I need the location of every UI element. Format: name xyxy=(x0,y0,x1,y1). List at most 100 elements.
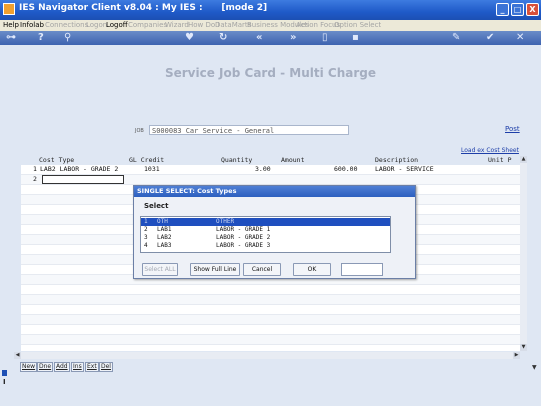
list-item-code: LAB3 xyxy=(157,242,172,249)
print-icon[interactable]: ▪ xyxy=(352,32,359,43)
column-header: GL Credit xyxy=(129,156,165,164)
left-status-strip: I xyxy=(0,362,9,406)
list-item-num: 4 xyxy=(144,242,148,249)
minimize-button[interactable]: _ xyxy=(496,3,509,16)
list-item-name: LABOR - GRADE 1 xyxy=(216,226,271,233)
grid-header: Cost Type GL Credit Quantity Amount Desc… xyxy=(21,156,520,165)
horizontal-scrollbar[interactable]: ◀ ▶ xyxy=(14,352,520,359)
table-row[interactable] xyxy=(21,305,520,315)
list-item-code: LAB1 xyxy=(157,226,172,233)
ies-app-icon xyxy=(3,3,15,15)
heart-icon[interactable]: ♥ xyxy=(185,32,194,43)
cell-description[interactable]: LABOR - SERVICE xyxy=(375,165,434,174)
show-full-line-button[interactable]: Show Full Line xyxy=(190,263,240,276)
table-row[interactable] xyxy=(21,285,520,295)
window-title: IES Navigator Client v8.04 : My IES : [m… xyxy=(19,3,268,13)
document-icon[interactable]: ▯ xyxy=(322,32,328,43)
insert-row-button[interactable]: Ins xyxy=(71,362,84,372)
forward-icon[interactable]: » xyxy=(290,32,296,43)
ok-button[interactable]: OK xyxy=(293,263,331,276)
list-item-num: 2 xyxy=(144,226,148,233)
scroll-down-icon[interactable]: ▼ xyxy=(520,344,527,351)
list-item[interactable]: 4 LAB3 LABOR - GRADE 3 xyxy=(141,242,390,250)
status-block-icon xyxy=(2,370,7,376)
new-row-button[interactable]: New xyxy=(20,362,38,372)
list-item-code: LAB2 xyxy=(157,234,172,241)
menu-option-select[interactable]: Option Select xyxy=(334,21,381,29)
column-header: Description xyxy=(375,156,419,164)
menu-infolab[interactable]: Infolab xyxy=(20,21,44,29)
cell-amount[interactable]: 600.00 xyxy=(334,165,357,174)
maximize-button[interactable]: □ xyxy=(511,3,524,16)
list-item-num: 1 xyxy=(144,218,148,225)
search-icon[interactable]: ⚲ xyxy=(64,32,71,43)
list-item-name: LABOR - GRADE 3 xyxy=(216,242,271,249)
list-item[interactable]: 1 OTH OTHER xyxy=(141,218,390,226)
row-number: 2 xyxy=(33,175,37,183)
scroll-down-icon[interactable]: ▼ xyxy=(532,364,537,371)
table-row[interactable]: 1 LAB2 LABOR - GRADE 2 1031 3.00 600.00 … xyxy=(21,165,520,175)
menu-help[interactable]: Help xyxy=(3,21,19,29)
column-header: Amount xyxy=(281,156,305,164)
menu-companies[interactable]: Companies xyxy=(128,21,167,29)
vertical-scrollbar[interactable]: ▲ ▼ xyxy=(520,156,527,351)
cell-gl-credit[interactable]: 1031 xyxy=(144,165,160,174)
close-window-button[interactable]: X xyxy=(526,3,539,16)
cancel-button[interactable]: Cancel xyxy=(243,263,281,276)
delete-row-button[interactable]: Del xyxy=(99,362,113,372)
table-row[interactable]: 2 xyxy=(21,175,520,185)
column-header: Unit P xyxy=(488,156,512,164)
add-row-button[interactable]: Add xyxy=(54,362,70,372)
post-link[interactable]: Post xyxy=(505,125,520,133)
ext-row-button[interactable]: Ext xyxy=(85,362,99,372)
dialog-title: SINGLE SELECT: Cost Types xyxy=(134,186,415,197)
job-tag: JOB xyxy=(135,128,144,134)
cost-type-input[interactable] xyxy=(42,175,124,184)
column-header: Quantity xyxy=(221,156,253,164)
menu-datamarts[interactable]: DataMarts xyxy=(215,21,251,29)
job-field[interactable]: S000083 Car Service - General xyxy=(149,125,349,135)
back-icon[interactable]: « xyxy=(256,32,262,43)
row-number: 1 xyxy=(33,165,37,173)
help-icon[interactable]: ? xyxy=(38,32,44,43)
tools-icon[interactable]: ✎ xyxy=(452,32,460,43)
list-item-name: LABOR - GRADE 2 xyxy=(216,234,271,241)
dne-row-button[interactable]: Dne xyxy=(37,362,54,372)
key-icon[interactable]: ⊶ xyxy=(6,32,16,43)
list-item-name: OTHER xyxy=(216,218,235,225)
app-window: IES Navigator Client v8.04 : My IES : [m… xyxy=(0,0,541,406)
menu-logoff[interactable]: Logoff xyxy=(106,21,128,29)
list-item[interactable]: 2 LAB1 LABOR - GRADE 1 xyxy=(141,226,390,234)
column-header: Cost Type xyxy=(39,156,75,164)
menu-bar: Help Infolab Connections Logon Logoff Co… xyxy=(0,20,541,31)
menu-logon[interactable]: Logon xyxy=(86,21,107,29)
cursor-icon: I xyxy=(3,378,6,386)
title-bar[interactable]: IES Navigator Client v8.04 : My IES : [m… xyxy=(0,0,541,20)
toolbar: ⊶ ? ⚲ ♥ ↻ « » ▯ ▪ ✎ ✔ ✕ xyxy=(0,31,541,45)
scroll-left-icon[interactable]: ◀ xyxy=(14,352,21,359)
list-item[interactable]: 3 LAB2 LABOR - GRADE 2 xyxy=(141,234,390,242)
list-item-num: 3 xyxy=(144,234,148,241)
select-all-button[interactable]: Select ALL xyxy=(142,263,178,276)
menu-wizard[interactable]: Wizard xyxy=(165,21,189,29)
check-icon[interactable]: ✔ xyxy=(486,32,494,43)
close-icon[interactable]: ✕ xyxy=(516,32,524,43)
page-title: Service Job Card - Multi Charge xyxy=(164,66,376,80)
single-select-dialog: SINGLE SELECT: Cost Types Select 1 OTH O… xyxy=(133,185,416,279)
select-label: Select xyxy=(144,202,169,210)
right-status-strip: ▼ xyxy=(530,362,541,406)
quick-select-input[interactable] xyxy=(341,263,383,276)
menu-connections[interactable]: Connections xyxy=(45,21,88,29)
refresh-icon[interactable]: ↻ xyxy=(219,32,227,43)
cell-quantity[interactable]: 3.00 xyxy=(255,165,271,174)
scroll-up-icon[interactable]: ▲ xyxy=(520,156,527,163)
table-row[interactable] xyxy=(21,315,520,325)
cost-type-list[interactable]: 1 OTH OTHER 2 LAB1 LABOR - GRADE 1 3 LAB… xyxy=(140,216,391,253)
scroll-right-icon[interactable]: ▶ xyxy=(513,352,520,359)
list-item-code: OTH xyxy=(157,218,168,225)
table-row[interactable] xyxy=(21,325,520,335)
load-cost-sheet-link[interactable]: Load ex Cost Sheet xyxy=(461,147,519,154)
cell-cost-type[interactable]: LAB2 LABOR - GRADE 2 xyxy=(40,165,118,174)
table-row[interactable] xyxy=(21,295,520,305)
table-row[interactable] xyxy=(21,335,520,345)
